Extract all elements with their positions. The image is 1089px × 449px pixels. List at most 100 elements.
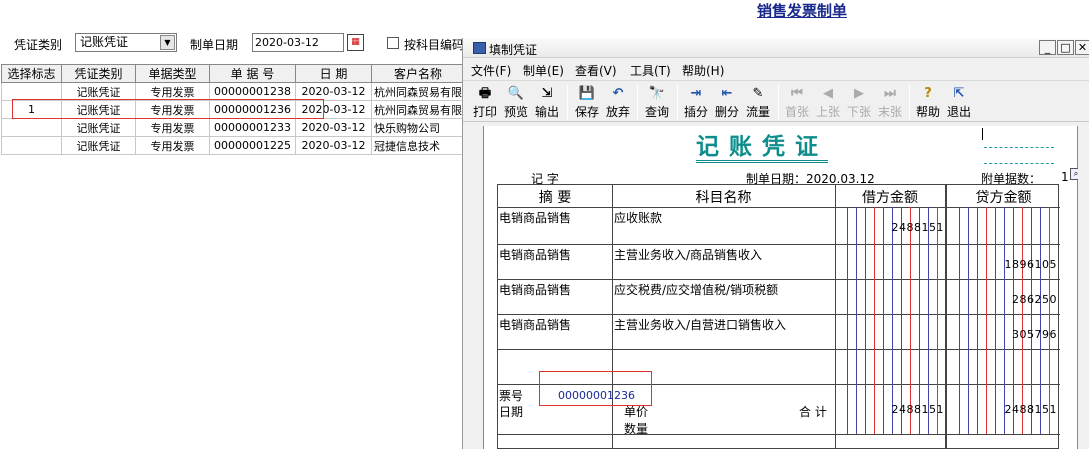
attachments-count[interactable]: 1 (1061, 170, 1069, 184)
toolbar-separator (677, 85, 678, 119)
entry-account[interactable]: 应交税费/应交增值税/销项税额 (614, 281, 778, 298)
maximize-icon[interactable]: □ (1057, 40, 1074, 55)
insert-entry-label: 插分 (683, 105, 708, 119)
digit-line (968, 207, 969, 434)
selected-row-highlight (12, 99, 324, 119)
col-header-account: 科目名称 (695, 190, 752, 206)
cell-doc-no[interactable]: 00000001238 (209, 82, 296, 101)
cell-date[interactable]: 2020-03-12 (295, 118, 372, 137)
digit-line (986, 207, 987, 434)
cell-flag[interactable] (1, 136, 62, 155)
discard-button[interactable]: ↶ 放弃 (604, 83, 632, 120)
cell-voucher-type[interactable]: 记账凭证 (61, 118, 136, 137)
digit-line (928, 207, 929, 434)
last-voucher-button[interactable]: ⏭ 末张 (876, 83, 904, 120)
print-label: 打印 (472, 105, 497, 119)
chevron-down-icon[interactable]: ▼ (160, 35, 175, 50)
print-button[interactable]: 🖶 打印 (471, 83, 499, 120)
vertical-scrollbar[interactable] (1078, 126, 1089, 449)
first-voucher-button[interactable]: ⏮ 首张 (783, 83, 811, 120)
toolbar-separator (637, 85, 638, 119)
cell-date[interactable]: 2020-03-12 (295, 82, 372, 101)
menu-file[interactable]: 文件(F) (471, 62, 511, 79)
qty-label: 数量 (624, 422, 649, 436)
cell-customer[interactable]: 冠捷信息技术 (371, 136, 465, 155)
query-button[interactable]: 🔭 查询 (643, 83, 671, 120)
cell-customer[interactable]: 杭州同森贸易有限 (371, 100, 465, 119)
entry-summary[interactable]: 电销商品销售 (499, 281, 571, 298)
delete-entry-button[interactable]: ⇤ 删分 (713, 83, 741, 120)
cell-doc-no[interactable]: 00000001233 (209, 118, 296, 137)
undo-icon: ↶ (612, 86, 624, 101)
entry-credit[interactable]: 286250 (947, 293, 1057, 306)
bill-no-value[interactable]: 00000001236 (558, 389, 635, 402)
merge-checkbox[interactable] (387, 37, 399, 49)
toolbar-separator (909, 85, 910, 119)
grid-line (498, 244, 1060, 245)
menu-view[interactable]: 查看(V) (575, 62, 617, 79)
export-label: 输出 (534, 105, 559, 119)
cell-doc-type[interactable]: 专用发票 (135, 82, 210, 101)
cell-voucher-type[interactable]: 记账凭证 (61, 82, 136, 101)
voucher-type-select[interactable]: 记账凭证 ▼ (75, 33, 177, 52)
preview-icon: 🔍 (507, 86, 525, 101)
entry-summary[interactable]: 电销商品销售 (499, 246, 571, 263)
entry-debit[interactable]: 2488151 (836, 221, 944, 234)
col-header-doc-type[interactable]: 单据类型 (135, 64, 210, 83)
first-voucher-label: 首张 (784, 105, 809, 119)
entry-account[interactable]: 应收账款 (614, 209, 662, 226)
minimize-icon[interactable]: _ (1039, 40, 1056, 55)
prev-voucher-button[interactable]: ◀ 上张 (814, 83, 842, 120)
calendar-icon[interactable]: ▦ (347, 34, 364, 51)
cell-flag[interactable] (1, 82, 62, 101)
cell-doc-type[interactable]: 专用发票 (135, 136, 210, 155)
close-icon[interactable]: ✕ (1075, 40, 1089, 55)
col-header-voucher-type[interactable]: 凭证类别 (61, 64, 136, 83)
digit-line (910, 207, 911, 434)
table-row[interactable]: 记账凭证 专用发票 00000001238 2020-03-12 杭州同森贸易有… (1, 82, 465, 101)
cell-doc-type[interactable]: 专用发票 (135, 118, 210, 137)
col-header-summary: 摘 要 (538, 190, 572, 206)
menu-help[interactable]: 帮助(H) (682, 62, 724, 79)
delete-entry-label: 删分 (714, 105, 739, 119)
preview-button[interactable]: 🔍 预览 (502, 83, 530, 120)
digit-line (865, 207, 866, 434)
dashed-line (984, 163, 1054, 164)
entry-summary[interactable]: 电销商品销售 (499, 316, 571, 333)
insert-entry-button[interactable]: ⇥ 插分 (682, 83, 710, 120)
date-row-label: 日期 (499, 405, 524, 419)
help-button[interactable]: ? 帮助 (914, 83, 942, 120)
bill-no-label: 票号 (499, 389, 524, 403)
total-label: 合 计 (799, 405, 827, 419)
table-row[interactable]: 记账凭证 专用发票 00000001225 2020-03-12 冠捷信息技术 (1, 136, 465, 155)
voucher-type-label: 凭证类别 (14, 38, 63, 52)
cell-customer[interactable]: 杭州同森贸易有限 (371, 82, 465, 101)
cell-flag[interactable] (1, 118, 62, 137)
cell-customer[interactable]: 快乐购物公司 (371, 118, 465, 137)
dialog-titlebar[interactable]: 填制凭证 _ □ ✕ (463, 38, 1089, 58)
save-button[interactable]: 💾 保存 (573, 83, 601, 120)
insert-row-icon: ⇥ (690, 86, 702, 101)
exit-button[interactable]: ⇱ 退出 (945, 83, 973, 120)
entry-credit[interactable]: 1896105 (947, 258, 1057, 271)
entry-credit[interactable]: 305796 (947, 328, 1057, 341)
digit-line (937, 207, 938, 434)
col-header-customer[interactable]: 客户名称 (371, 64, 465, 83)
menu-make[interactable]: 制单(E) (523, 62, 564, 79)
table-row[interactable]: 记账凭证 专用发票 00000001233 2020-03-12 快乐购物公司 (1, 118, 465, 137)
entry-account[interactable]: 主营业务收入/商品销售收入 (614, 246, 762, 263)
col-header-date[interactable]: 日 期 (295, 64, 372, 83)
next-voucher-button[interactable]: ▶ 下张 (845, 83, 873, 120)
cell-date[interactable]: 2020-03-12 (295, 136, 372, 155)
col-header-flag[interactable]: 选择标志 (1, 64, 62, 83)
entry-summary[interactable]: 电销商品销售 (499, 209, 571, 226)
date-label: 制单日期 (190, 38, 239, 52)
entry-account[interactable]: 主营业务收入/自营进口销售收入 (614, 316, 786, 333)
export-button[interactable]: ⇲ 输出 (533, 83, 561, 120)
cashflow-button[interactable]: ✎ 流量 (744, 83, 772, 120)
cell-voucher-type[interactable]: 记账凭证 (61, 136, 136, 155)
menu-tools[interactable]: 工具(T) (630, 62, 671, 79)
date-input[interactable]: 2020-03-12 (252, 33, 344, 52)
col-header-doc-no[interactable]: 单 据 号 (209, 64, 296, 83)
cell-doc-no[interactable]: 00000001225 (209, 136, 296, 155)
